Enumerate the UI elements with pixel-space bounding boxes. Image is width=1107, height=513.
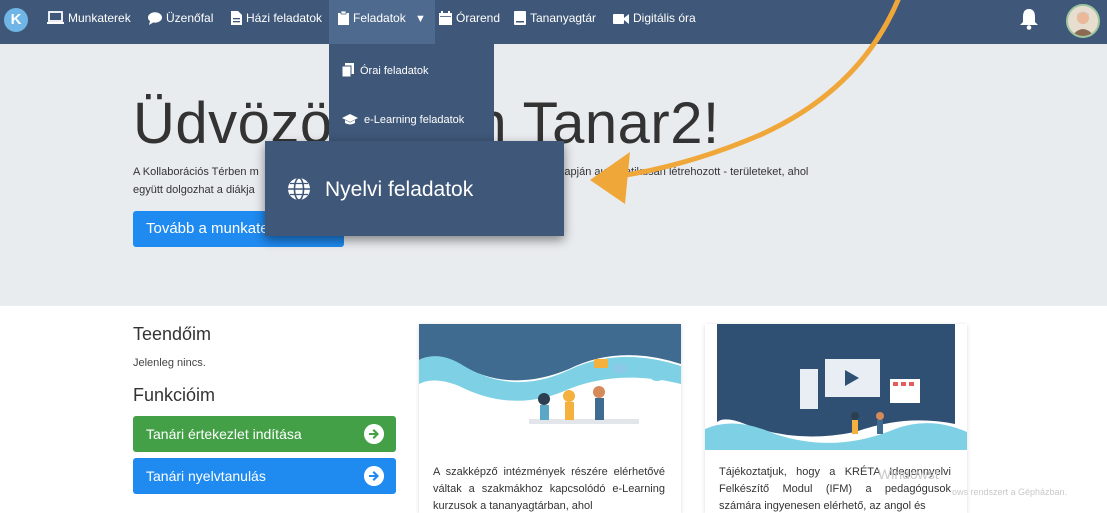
- calendar-icon: [439, 11, 452, 25]
- nav-hazi-feladatok[interactable]: Házi feladatok: [231, 0, 322, 36]
- chat-icon: [148, 12, 162, 25]
- news-card[interactable]: Tájékoztatjuk, hogy a KRÉTA Idegennyelvi…: [705, 324, 967, 513]
- book-icon: [514, 11, 526, 25]
- teacher-meeting-button[interactable]: Tanári értekezlet indítása: [133, 416, 396, 452]
- file-icon: [231, 11, 242, 25]
- dropdown-item-elearning-feladatok[interactable]: e-Learning feladatok: [342, 114, 464, 126]
- windows-watermark-subtext: ows rendszert a Gépházban.: [952, 487, 1068, 497]
- nav-tananyagtar[interactable]: Tananyagtár: [514, 0, 596, 36]
- card-text: A szakképző intézmények részére elérhető…: [433, 466, 665, 512]
- nav-orarend[interactable]: Órarend: [439, 0, 500, 36]
- functions-heading: Funkcióim: [133, 385, 216, 405]
- feladatok-dropdown: Órai feladatok e-Learning feladatok: [329, 44, 494, 144]
- nav-label: Órarend: [456, 11, 501, 25]
- laptop-icon: [47, 11, 64, 24]
- teacher-language-learning-button[interactable]: Tanári nyelvtanulás: [133, 458, 396, 494]
- nav-label: Munkaterek: [68, 11, 131, 25]
- chevron-down-icon: ▼: [415, 13, 426, 25]
- dropdown-item-label: Órai feladatok: [360, 65, 429, 77]
- nyelvi-feladatok-label-wrap: Nyelvi feladatok: [287, 177, 473, 202]
- nav-feladatok[interactable]: Feladatok ▼: [329, 0, 435, 44]
- todos-heading: Teendőim: [133, 324, 212, 344]
- clipboard-icon: [338, 10, 349, 25]
- avatar-icon: [1068, 6, 1098, 36]
- graduation-cap-icon: [342, 114, 358, 125]
- office-illustration-image: [419, 324, 681, 450]
- nav-label: Házi feladatok: [246, 11, 323, 25]
- windows-watermark: Windowst: [878, 466, 939, 482]
- button-label: Tanári nyelvtanulás: [146, 468, 266, 484]
- dropdown-item-orai-feladatok[interactable]: Órai feladatok: [341, 63, 429, 78]
- user-avatar[interactable]: [1066, 4, 1100, 38]
- nav-label: Feladatok: [353, 11, 406, 25]
- dropdown-item-label: e-Learning feladatok: [364, 114, 465, 126]
- arrow-right-circle-icon: [364, 424, 384, 444]
- dropdown-item-label: Nyelvi feladatok: [325, 178, 474, 201]
- button-label: Tanári értekezlet indítása: [146, 426, 302, 442]
- top-navbar: K Munkaterek Üzenőfal Házi feladatok Fel…: [0, 0, 1107, 44]
- globe-icon: [288, 177, 310, 201]
- kreta-logo[interactable]: K: [4, 8, 28, 32]
- nav-munkaterek[interactable]: Munkaterek: [47, 0, 131, 36]
- nav-uzenofal[interactable]: Üzenőfal: [148, 0, 213, 36]
- video-learning-illustration-image: [705, 324, 967, 450]
- nav-digitalis-ora[interactable]: Digitális óra: [613, 0, 696, 36]
- arrow-right-circle-icon: [364, 466, 384, 486]
- nav-label: Tananyagtár: [530, 11, 597, 25]
- copy-icon: [341, 63, 354, 78]
- video-icon: [613, 14, 629, 24]
- news-card[interactable]: A szakképző intézmények részére elérhető…: [419, 324, 681, 513]
- nav-label: Digitális óra: [633, 11, 696, 25]
- nav-label: Üzenőfal: [166, 11, 214, 25]
- bell-icon[interactable]: [1019, 8, 1039, 30]
- todos-empty-text: Jelenleg nincs.: [133, 357, 206, 369]
- dropdown-item-nyelvi-feladatok[interactable]: Nyelvi feladatok: [265, 141, 564, 236]
